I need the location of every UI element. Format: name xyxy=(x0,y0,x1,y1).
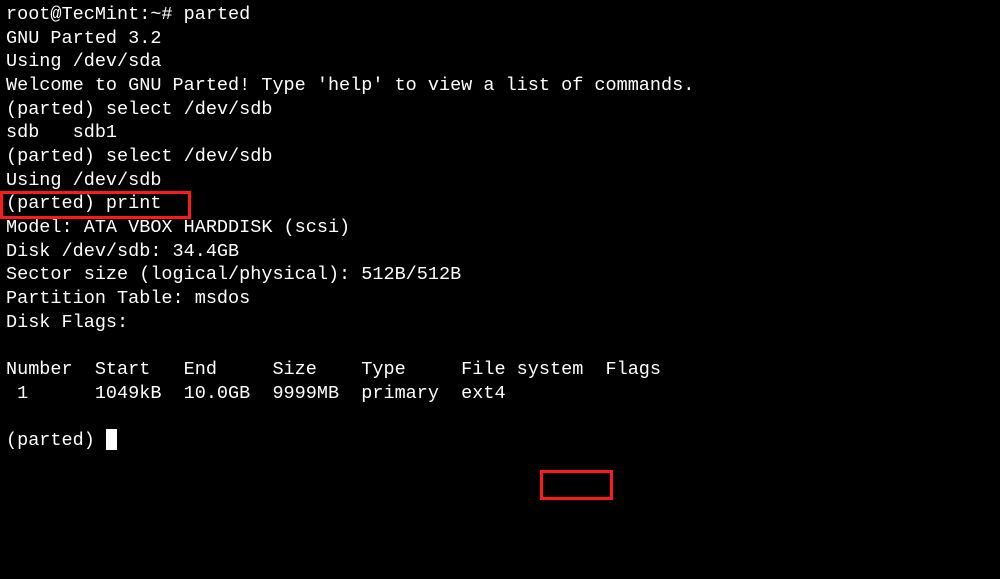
blank-line xyxy=(6,405,994,429)
terminal-line-active[interactable]: (parted) xyxy=(6,429,994,453)
terminal-line-select2: (parted) select /dev/sdb xyxy=(6,145,994,169)
output-disk-flags: Disk Flags: xyxy=(6,311,994,335)
output-version: GNU Parted 3.2 xyxy=(6,27,994,51)
command-print: print xyxy=(106,193,162,214)
output-partition-table: Partition Table: msdos xyxy=(6,287,994,311)
highlight-box-ext4 xyxy=(540,470,613,500)
command-select: select /dev/sdb xyxy=(106,99,273,120)
output-sdb-list: sdb sdb1 xyxy=(6,121,994,145)
terminal-line-select1: (parted) select /dev/sdb xyxy=(6,98,994,122)
terminal-line-prompt: root@TecMint:~# parted xyxy=(6,3,994,27)
output-welcome: Welcome to GNU Parted! Type 'help' to vi… xyxy=(6,74,994,98)
parted-prompt: (parted) xyxy=(6,430,106,451)
output-model: Model: ATA VBOX HARDDISK (scsi) xyxy=(6,216,994,240)
command-parted: parted xyxy=(184,4,251,25)
shell-prompt: root@TecMint:~# xyxy=(6,4,184,25)
cursor-icon xyxy=(106,429,117,450)
table-header: Number Start End Size Type File system F… xyxy=(6,358,994,382)
output-using-sda: Using /dev/sda xyxy=(6,50,994,74)
parted-prompt: (parted) xyxy=(6,193,106,214)
output-using-sdb: Using /dev/sdb xyxy=(6,169,994,193)
table-row: 1 1049kB 10.0GB 9999MB primary ext4 xyxy=(6,382,994,406)
terminal-line-print: (parted) print xyxy=(6,192,994,216)
output-disk: Disk /dev/sdb: 34.4GB xyxy=(6,240,994,264)
command-select: select /dev/sdb xyxy=(106,146,273,167)
parted-prompt: (parted) xyxy=(6,99,106,120)
output-sector: Sector size (logical/physical): 512B/512… xyxy=(6,263,994,287)
parted-prompt: (parted) xyxy=(6,146,106,167)
blank-line xyxy=(6,334,994,358)
